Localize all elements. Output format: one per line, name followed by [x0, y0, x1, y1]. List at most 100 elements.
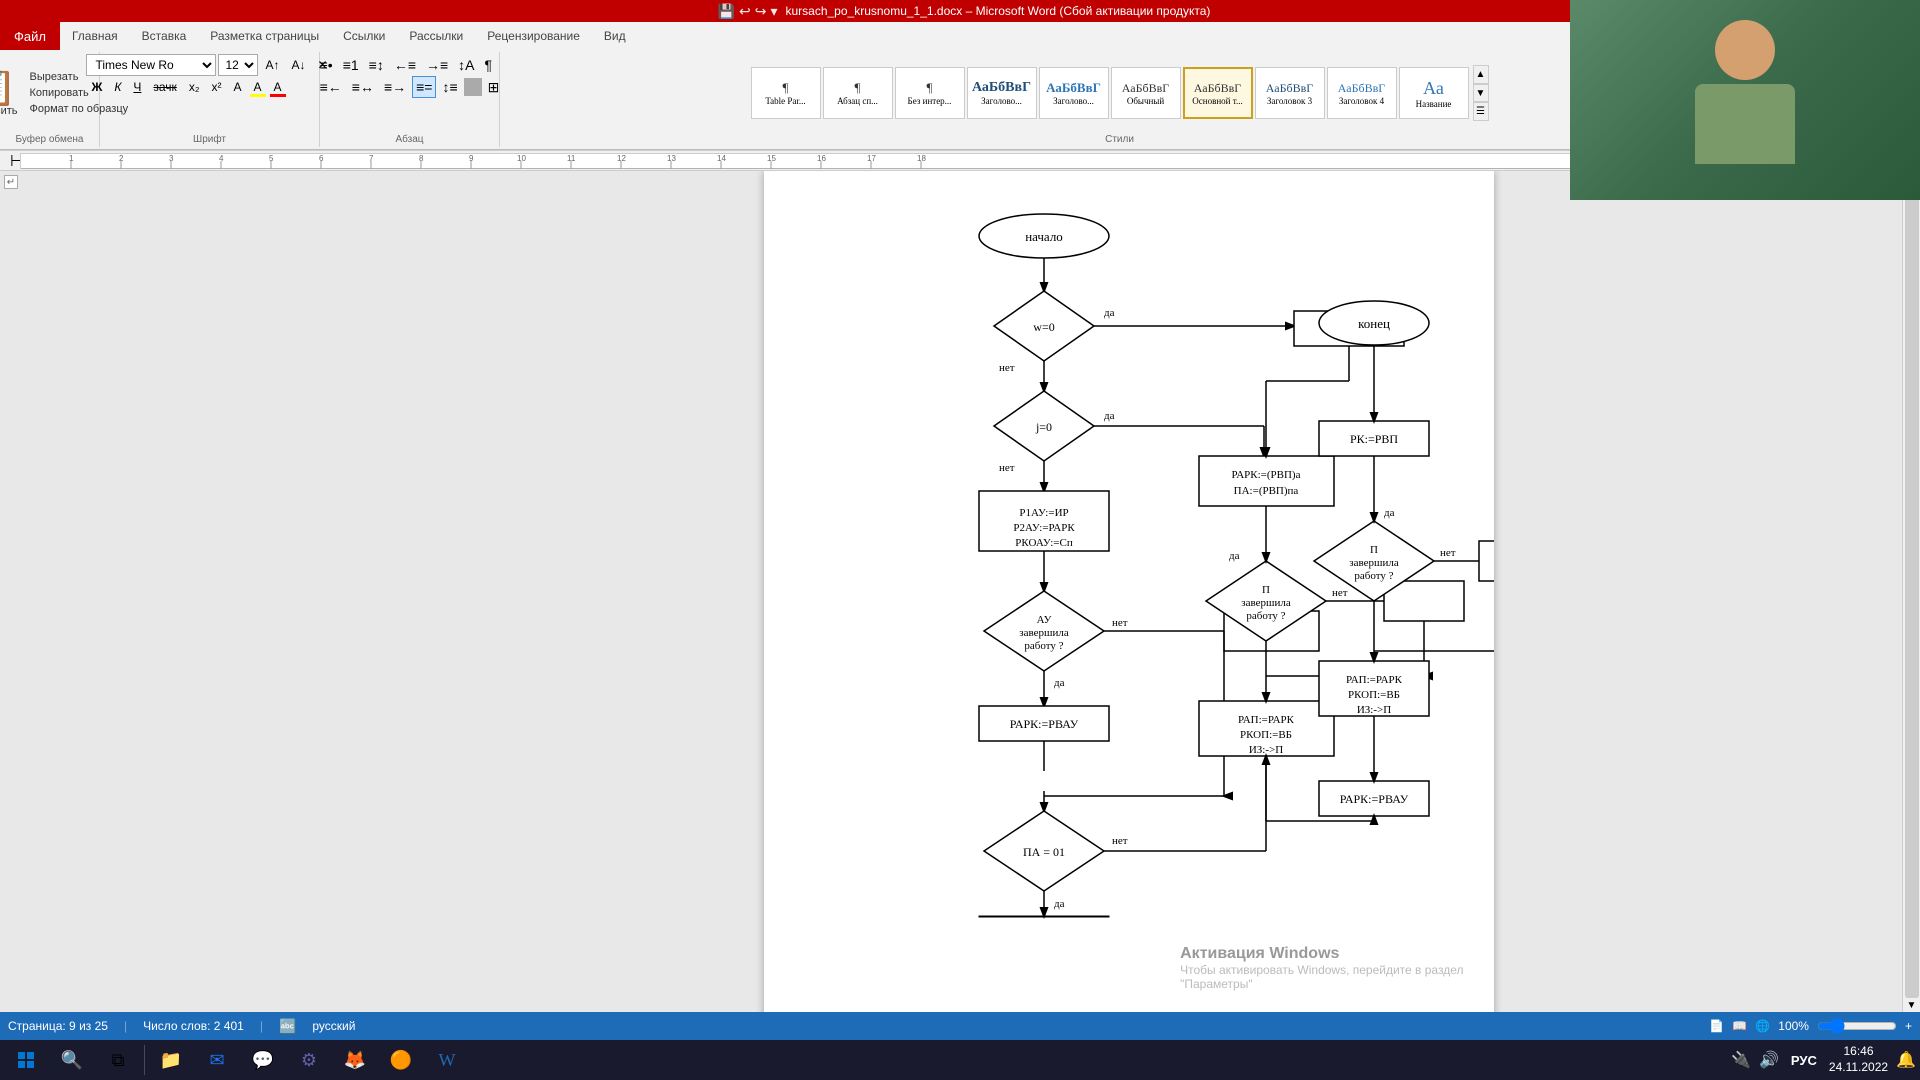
svg-text:14: 14 [717, 154, 726, 163]
notification-icon[interactable]: 🔔 [1896, 1050, 1916, 1070]
explorer-button[interactable]: 📁 [149, 1042, 193, 1078]
tab-references[interactable]: Ссылки [331, 22, 397, 50]
firefox-button[interactable]: 🦊 [333, 1042, 377, 1078]
align-justify-button[interactable]: ≡= [412, 76, 436, 98]
zoom-slider[interactable] [1817, 1018, 1897, 1034]
volume-icon[interactable]: 🔊 [1759, 1050, 1779, 1070]
styles-scroll-down[interactable]: ▼ [1473, 84, 1489, 103]
svg-text:да: да [1054, 677, 1065, 689]
font-name-select[interactable]: Times New Ro [86, 54, 216, 76]
style-label: Table Par... [765, 96, 805, 106]
subscript-button[interactable]: x₂ [184, 76, 205, 98]
svg-text:нет: нет [1332, 587, 1348, 599]
numbering-button[interactable]: ≡1 [339, 54, 363, 76]
taskview-button[interactable]: ⧉ [96, 1042, 140, 1078]
font-color-button[interactable]: A [269, 76, 287, 98]
scroll-down-button[interactable]: ▼ [1907, 1000, 1917, 1011]
svg-text:15: 15 [767, 154, 776, 163]
svg-text:работу ?: работу ? [1354, 570, 1393, 582]
multilevel-button[interactable]: ≡↕ [365, 54, 388, 76]
svg-text:РАП:=РАРК: РАП:=РАРК [1346, 674, 1403, 686]
style-zagolovok2[interactable]: АаБбВвГ Заголово... [1039, 67, 1109, 119]
increase-indent-button[interactable]: →≡ [422, 54, 452, 76]
styles-scroll-up[interactable]: ▲ [1473, 65, 1489, 84]
svg-text:ИЗ:->П: ИЗ:->П [1248, 744, 1282, 756]
paragraph-label: Абзац [395, 132, 423, 145]
app5-button[interactable]: 🟠 [379, 1042, 423, 1078]
paragraph-content: ≡• ≡1 ≡↕ ←≡ →≡ ↕A ¶ ≡← ≡↔ ≡→ ≡= ↕≡ ⊞ [316, 54, 504, 132]
view-normal-icon[interactable]: 📄 [1709, 1019, 1724, 1033]
bullets-button[interactable]: ≡• [316, 54, 337, 76]
svg-text:Р1АУ:=ИР: Р1АУ:=ИР [1019, 507, 1068, 519]
svg-text:да: да [1104, 307, 1115, 319]
style-zagolovok3[interactable]: АаБбВвГ Заголовок 3 [1255, 67, 1325, 119]
strikethrough-button[interactable]: зачк [148, 76, 181, 98]
right-scrollbar[interactable]: ▲ ▼ [1902, 171, 1920, 1013]
network-icon[interactable]: 🔌 [1731, 1050, 1751, 1070]
paragraph-marker[interactable]: ↵ [4, 175, 18, 189]
clock-date: 24.11.2022 [1829, 1060, 1888, 1076]
redo-icon[interactable]: ↪ [755, 3, 767, 20]
tab-insert[interactable]: Вставка [130, 22, 199, 50]
video-overlay [1570, 0, 1920, 200]
sort-button[interactable]: ↕A [454, 54, 478, 76]
spell-check-icon: 🔤 [279, 1018, 296, 1035]
main-area: ↵ начало w=0 да нет [0, 171, 1920, 1013]
save-icon[interactable]: 💾 [718, 3, 735, 20]
tab-layout[interactable]: Разметка страницы [198, 22, 331, 50]
align-center-button[interactable]: ≡↔ [348, 76, 378, 98]
tab-view[interactable]: Вид [592, 22, 638, 50]
skype-button[interactable]: 💬 [241, 1042, 285, 1078]
paragraph-group: ≡• ≡1 ≡↕ ←≡ →≡ ↕A ¶ ≡← ≡↔ ≡→ ≡= ↕≡ ⊞ [320, 52, 500, 147]
activation-line3: "Параметры" [1180, 977, 1463, 991]
tab-mailings[interactable]: Рассылки [397, 22, 475, 50]
style-abzac[interactable]: ¶ Абзац сп... [823, 67, 893, 119]
statusbar: Страница: 9 из 25 | Число слов: 2 401 | … [0, 1012, 1920, 1040]
svg-text:Р2АУ:=РАРК: Р2АУ:=РАРК [1013, 522, 1075, 534]
style-zagolovok1[interactable]: АаБбВвГ Заголово... [967, 67, 1037, 119]
line-spacing-button[interactable]: ↕≡ [438, 76, 461, 98]
vscode-button[interactable]: ⚙ [287, 1042, 331, 1078]
style-osnovnoj[interactable]: АаБбВвГ Основной т... [1183, 67, 1253, 119]
styles-dropdown[interactable]: ☰ [1473, 102, 1489, 121]
underline-button[interactable]: Ч [128, 76, 146, 98]
text-highlight-button[interactable]: A [249, 76, 267, 98]
italic-button[interactable]: К [109, 76, 126, 98]
svg-text:нет: нет [999, 462, 1015, 474]
style-bez-inter[interactable]: ¶ Без интер... [895, 67, 965, 119]
text-effects-button[interactable]: A [228, 76, 246, 98]
search-button[interactable]: 🔍 [50, 1042, 94, 1078]
word-count: Число слов: 2 401 [143, 1019, 244, 1033]
tab-review[interactable]: Рецензирование [475, 22, 592, 50]
tab-home[interactable]: Главная [60, 22, 130, 50]
decrease-font-button[interactable]: A↓ [286, 54, 310, 76]
quickaccess-dropdown-icon[interactable]: ▾ [770, 3, 777, 20]
style-table-par[interactable]: ¶ Table Par... [751, 67, 821, 119]
tab-file[interactable]: Файл [0, 22, 60, 50]
word-button[interactable]: W [425, 1042, 469, 1078]
font-size-select[interactable]: 12 [218, 54, 258, 76]
increase-font-button[interactable]: A↑ [260, 54, 284, 76]
zoom-plus-icon[interactable]: + [1905, 1019, 1912, 1033]
style-zagolovok4[interactable]: АаБбВвГ Заголовок 4 [1327, 67, 1397, 119]
style-label: Название [1416, 99, 1452, 109]
language-indicator[interactable]: РУС [1787, 1051, 1821, 1070]
scrollbar-thumb[interactable] [1905, 186, 1919, 998]
align-right-button[interactable]: ≡→ [380, 76, 410, 98]
superscript-button[interactable]: x² [206, 76, 226, 98]
undo-icon[interactable]: ↩ [739, 3, 751, 20]
style-nazvanie[interactable]: Аа Название [1399, 67, 1469, 119]
style-obychnyj[interactable]: АаБбВвГ Обычный [1111, 67, 1181, 119]
view-reading-icon[interactable]: 📖 [1732, 1019, 1747, 1033]
start-button[interactable] [4, 1042, 48, 1078]
bold-button[interactable]: Ж [86, 76, 107, 98]
view-web-icon[interactable]: 🌐 [1755, 1019, 1770, 1033]
paste-button[interactable]: 📋 Вставить [0, 65, 22, 121]
font-row-2: Ж К Ч зачк x₂ x² A A A [86, 76, 286, 98]
align-left-button[interactable]: ≡← [316, 76, 346, 98]
shading-button[interactable] [464, 78, 482, 96]
mail-button[interactable]: ✉ [195, 1042, 239, 1078]
show-marks-button[interactable]: ¶ [481, 54, 497, 76]
decrease-indent-button[interactable]: ←≡ [390, 54, 420, 76]
svg-text:13: 13 [667, 154, 676, 163]
